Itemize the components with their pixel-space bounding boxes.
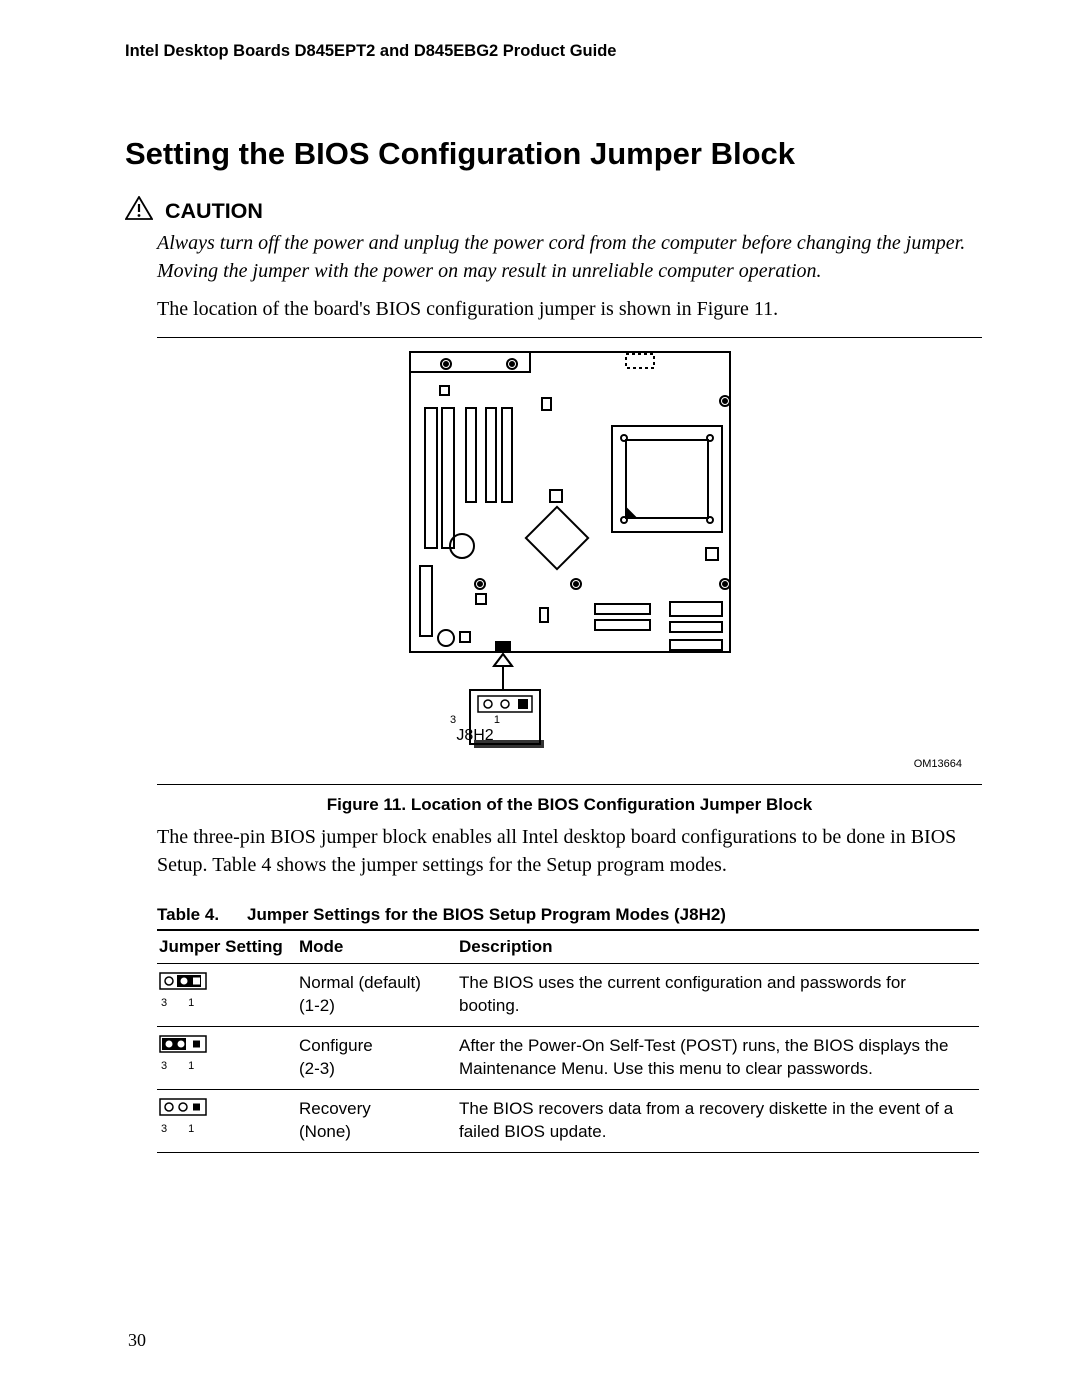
jumper-icon-1-2 bbox=[159, 972, 289, 997]
figure-rule-bottom bbox=[157, 784, 982, 785]
page-title: Setting the BIOS Configuration Jumper Bl… bbox=[125, 136, 982, 172]
page-number: 30 bbox=[128, 1330, 146, 1351]
jumper-pin-label-3: 3 bbox=[161, 1061, 167, 1072]
mode-line: Recovery bbox=[299, 1099, 371, 1118]
mode-line: Normal (default) bbox=[299, 973, 421, 992]
table-header-desc: Description bbox=[457, 930, 979, 964]
jumper-icon-2-3 bbox=[159, 1035, 289, 1060]
mode-line: (1-2) bbox=[299, 996, 335, 1015]
caution-label: CAUTION bbox=[165, 199, 263, 224]
figure-caption: Figure 11. Location of the BIOS Configur… bbox=[157, 795, 982, 815]
mode-desc: After the Power-On Self-Test (POST) runs… bbox=[457, 1027, 979, 1090]
jumper-pin-label-1: 1 bbox=[188, 1124, 194, 1135]
jumper-icon-none bbox=[159, 1098, 289, 1123]
mode-line: (2-3) bbox=[299, 1059, 335, 1078]
mode-line: (None) bbox=[299, 1122, 351, 1141]
table-row: 3 1 Recovery (None) The BIOS recovers da… bbox=[157, 1089, 979, 1152]
table-header-jumper: Jumper Setting bbox=[157, 930, 297, 964]
mode-desc: The BIOS uses the current configuration … bbox=[457, 964, 979, 1027]
callout-pin-3: 3 bbox=[450, 714, 456, 727]
callout-pin-1: 1 bbox=[494, 714, 500, 727]
caution-text: Always turn off the power and unplug the… bbox=[157, 230, 982, 285]
table-row: 3 1 Normal (default) (1-2) The BIOS uses… bbox=[157, 964, 979, 1027]
table-header-mode: Mode bbox=[297, 930, 457, 964]
intro-text: The location of the board's BIOS configu… bbox=[157, 295, 982, 323]
jumper-pin-label-1: 1 bbox=[188, 1061, 194, 1072]
table-caption: Table 4.Jumper Settings for the BIOS Set… bbox=[157, 905, 982, 925]
mode-desc: The BIOS recovers data from a recovery d… bbox=[457, 1089, 979, 1152]
jumper-settings-table: Jumper Setting Mode Description bbox=[157, 929, 979, 1153]
post-figure-text: The three-pin BIOS jumper block enables … bbox=[157, 823, 982, 879]
jumper-pin-label-3: 3 bbox=[161, 1124, 167, 1135]
table-row: 3 1 Configure (2-3) After the Power-On S… bbox=[157, 1027, 979, 1090]
caution-icon bbox=[125, 196, 153, 225]
figure-11 bbox=[157, 346, 982, 756]
figure-callout: 3 1 J8H2 bbox=[444, 714, 506, 745]
figure-rule-top bbox=[157, 337, 982, 338]
jumper-pin-label-3: 3 bbox=[161, 998, 167, 1009]
mode-line: Configure bbox=[299, 1036, 373, 1055]
figure-om-number: OM13664 bbox=[125, 758, 962, 770]
jumper-pin-label-1: 1 bbox=[188, 998, 194, 1009]
callout-label: J8H2 bbox=[444, 727, 506, 745]
running-header: Intel Desktop Boards D845EPT2 and D845EB… bbox=[125, 42, 982, 61]
